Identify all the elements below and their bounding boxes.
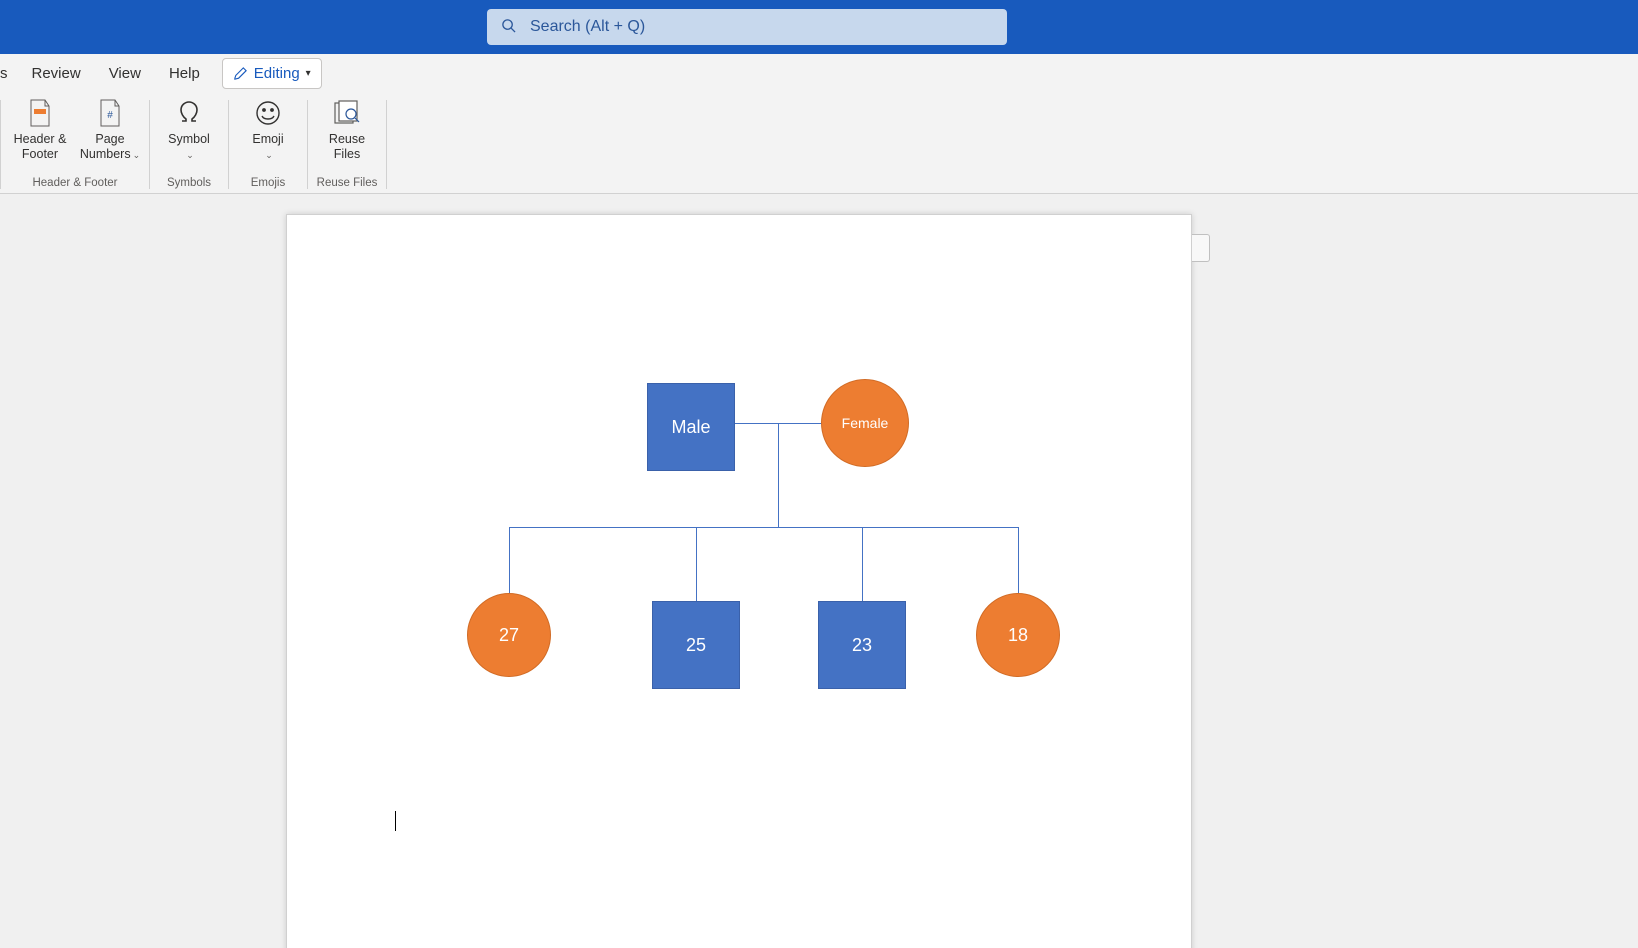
emoji-button[interactable]: Emoji ⌄ bbox=[235, 94, 301, 162]
connector-line bbox=[509, 527, 510, 593]
editing-mode-button[interactable]: Editing ▾ bbox=[222, 58, 322, 89]
tab-help[interactable]: Help bbox=[155, 57, 214, 90]
tab-partial[interactable]: s bbox=[0, 57, 18, 90]
group-header-footer: Header & Footer # Page Numbers⌄ Header &… bbox=[1, 92, 149, 193]
search-icon bbox=[501, 18, 516, 37]
reuse-files-button[interactable]: Reuse Files bbox=[314, 94, 380, 162]
shape-child-25[interactable]: 25 bbox=[652, 601, 740, 689]
chevron-down-icon: ⌄ bbox=[133, 150, 141, 160]
connector-line bbox=[1018, 527, 1019, 593]
shape-child-23[interactable]: 23 bbox=[818, 601, 906, 689]
page-side-tab[interactable] bbox=[1192, 234, 1210, 262]
group-reuse-files: Reuse Files Reuse Files bbox=[308, 92, 386, 193]
ribbon-content: Header & Footer # Page Numbers⌄ Header &… bbox=[0, 92, 1638, 194]
chevron-down-icon: ▾ bbox=[306, 68, 311, 79]
ribbon-tabs: s Review View Help Editing ▾ bbox=[0, 54, 1638, 92]
text-cursor bbox=[395, 811, 396, 831]
symbol-button[interactable]: Symbol ⌄ bbox=[156, 94, 222, 162]
shape-child-18[interactable]: 18 bbox=[976, 593, 1060, 677]
group-label-emojis: Emojis bbox=[235, 177, 301, 191]
group-label-symbols: Symbols bbox=[156, 177, 222, 191]
title-bar: Search (Alt + Q) bbox=[0, 0, 1638, 54]
shape-female[interactable]: Female bbox=[821, 379, 909, 467]
smiley-icon bbox=[254, 96, 282, 130]
omega-icon bbox=[175, 96, 203, 130]
tab-view[interactable]: View bbox=[95, 57, 155, 90]
group-emojis: Emoji ⌄ Emojis bbox=[229, 92, 307, 193]
page-numbers-button[interactable]: # Page Numbers⌄ bbox=[77, 94, 143, 162]
editing-label: Editing bbox=[254, 65, 300, 82]
reuse-files-icon bbox=[332, 96, 362, 130]
group-symbols: Symbol ⌄ Symbols bbox=[150, 92, 228, 193]
chevron-down-icon: ⌄ bbox=[265, 150, 273, 160]
group-separator bbox=[386, 100, 387, 189]
chevron-down-icon: ⌄ bbox=[186, 150, 194, 160]
tab-review[interactable]: Review bbox=[18, 57, 95, 90]
shape-male[interactable]: Male bbox=[647, 383, 735, 471]
search-placeholder: Search (Alt + Q) bbox=[530, 18, 645, 36]
svg-text:#: # bbox=[107, 110, 113, 121]
document-page[interactable]: Male Female 27 25 23 18 bbox=[286, 214, 1192, 948]
shape-child-27[interactable]: 27 bbox=[467, 593, 551, 677]
group-label-reuse-files: Reuse Files bbox=[314, 177, 380, 191]
connector-line bbox=[862, 527, 863, 601]
group-label-header-footer: Header & Footer bbox=[7, 177, 143, 191]
search-box[interactable]: Search (Alt + Q) bbox=[487, 9, 1007, 45]
header-footer-button[interactable]: Header & Footer bbox=[7, 94, 73, 162]
connector-line bbox=[696, 527, 697, 601]
document-area: Male Female 27 25 23 18 bbox=[0, 194, 1638, 948]
pencil-icon bbox=[233, 66, 248, 81]
connector-line bbox=[509, 527, 1019, 528]
header-footer-icon bbox=[27, 96, 53, 130]
page-numbers-icon: # bbox=[97, 96, 123, 130]
connector-line bbox=[778, 423, 779, 527]
